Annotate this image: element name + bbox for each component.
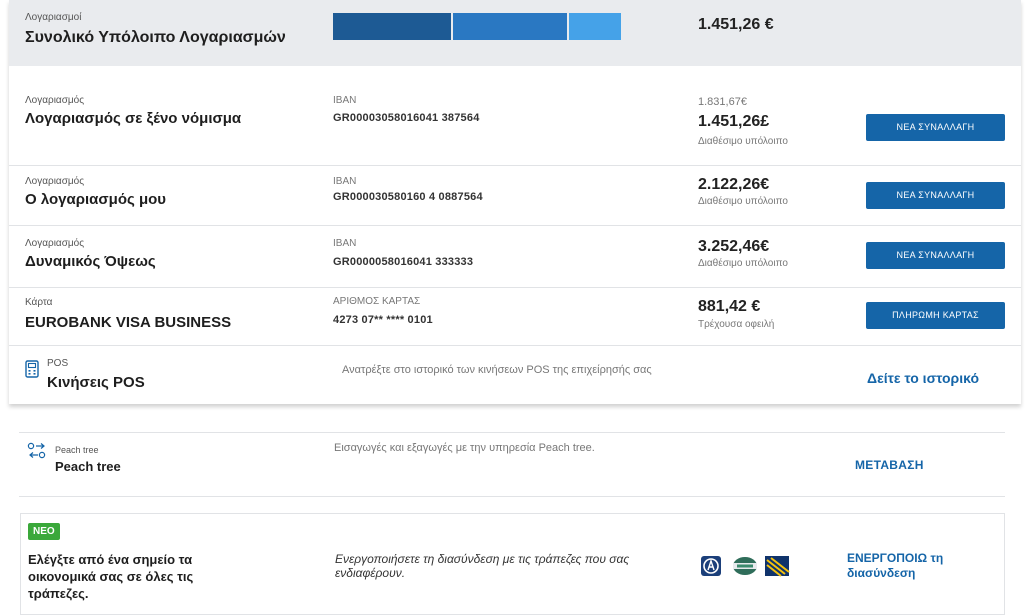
pos-title: Κινήσεις POS xyxy=(47,374,145,391)
available-balance: 1.451,26£ xyxy=(698,113,770,130)
peach-title: Peach tree xyxy=(55,459,121,474)
current-debt: 881,42 € xyxy=(698,298,761,315)
account-row-dynamic[interactable]: Λογαριασμός Δυναμικός Όψεως IBAN GR00000… xyxy=(9,226,1021,288)
sync-arrows-icon xyxy=(27,442,46,459)
accounts-summary: Λογαριασμοί Συνολικό Υπόλοιπο Λογαριασμώ… xyxy=(9,0,1021,66)
bank-logos xyxy=(701,556,790,577)
row-type-label: Λογαριασμός xyxy=(25,176,85,187)
iban-label: IBAN xyxy=(333,95,357,106)
peach-tree-row: Peach tree Peach tree Εισαγωγές και εξαγ… xyxy=(19,432,1005,497)
iban-label: IBAN xyxy=(333,176,357,187)
card-row-visa-business[interactable]: Κάρτα EUROBANK VISA BUSINESS ΑΡΙΘΜΟΣ ΚΑΡ… xyxy=(9,288,1021,346)
row-type-label: Λογαριασμός xyxy=(25,238,85,249)
balance-bar-segment xyxy=(453,13,567,40)
pos-terminal-icon xyxy=(25,360,39,378)
iban-value: GR00003058016041 387564 xyxy=(333,112,480,124)
balance-bar-segment xyxy=(333,13,451,40)
bank-logo-blue-icon xyxy=(701,556,721,576)
card-payment-button[interactable]: ΠΛΗΡΩΜΗ ΚΑΡΤΑΣ xyxy=(866,302,1005,329)
accounts-panel: Λογαριασμοί Συνολικό Υπόλοιπο Λογαριασμώ… xyxy=(9,0,1021,404)
activate-connection-link[interactable]: ΕΝΕΡΓΟΠΟΙΩ τη διασύνδεση xyxy=(847,551,997,581)
pos-description: Ανατρέξτε στο ιστορικό των κινήσεων POS … xyxy=(342,364,652,376)
row-title: Ο λογαριασμός μου xyxy=(25,191,167,208)
summary-label: Λογαριασμοί xyxy=(25,12,82,23)
promo-title: Ελέγξτε από ένα σημείο τα οικονομικά σας… xyxy=(28,552,194,601)
account-row-my-account[interactable]: Λογαριασμός Ο λογαριασμός μου IBAN GR000… xyxy=(9,166,1021,226)
peach-description: Εισαγωγές και εξαγωγές με την υπηρεσία P… xyxy=(334,442,595,454)
row-title: EUROBANK VISA BUSINESS xyxy=(25,314,232,331)
bank-logo-yellow-icon xyxy=(765,556,790,577)
row-type-label: Λογαριασμός xyxy=(25,95,85,106)
card-number-label: ΑΡΙΘΜΟΣ ΚΑΡΤΑΣ xyxy=(333,296,421,307)
iban-value: GR0000058016041 333333 xyxy=(333,256,474,268)
available-balance: 3.252,46€ xyxy=(698,238,770,255)
iban-value: GR000030580160 4 0887564 xyxy=(333,191,483,203)
bank-logo-green-icon xyxy=(733,557,757,575)
summary-title: Συνολικό Υπόλοιπο Λογαριασμών xyxy=(25,29,286,46)
balance-caption: Διαθέσιμο υπόλοιπο xyxy=(698,196,788,207)
new-transaction-button[interactable]: ΝΕΑ ΣΥΝΑΛΛΑΓΗ xyxy=(866,242,1005,269)
row-type-label: Κάρτα xyxy=(25,297,53,308)
account-row-foreign-currency[interactable]: Λογαριασμός Λογαριασμός σε ξένο νόμισμα … xyxy=(9,66,1021,166)
summary-amount: 1.451,26 € xyxy=(698,16,774,33)
bank-connect-promo: ΝΕΟ Ελέγξτε από ένα σημείο τα οικονομικά… xyxy=(20,513,1005,615)
go-to-peach-link[interactable]: ΜΕΤΑΒΑΣΗ xyxy=(855,458,924,472)
promo-description: Ενεργοποιήσετε τη διασύνδεση με τις τράπ… xyxy=(335,552,630,580)
iban-label: IBAN xyxy=(333,238,357,249)
card-number-value: 4273 07** **** 0101 xyxy=(333,314,433,326)
debt-caption: Τρέχουσα οφειλή xyxy=(698,319,775,330)
previous-balance: 1.831,67€ xyxy=(698,96,747,108)
pos-label: POS xyxy=(47,358,69,369)
available-balance: 2.122,26€ xyxy=(698,176,770,193)
row-title: Λογαριασμός σε ξένο νόμισμα xyxy=(25,110,242,127)
balance-bar-segment xyxy=(569,13,621,40)
new-transaction-button[interactable]: ΝΕΑ ΣΥΝΑΛΛΑΓΗ xyxy=(866,182,1005,209)
row-title: Δυναμικός Όψεως xyxy=(25,253,156,270)
new-badge: ΝΕΟ xyxy=(28,523,60,540)
balance-caption: Διαθέσιμο υπόλοιπο xyxy=(698,136,788,147)
new-transaction-button[interactable]: ΝΕΑ ΣΥΝΑΛΛΑΓΗ xyxy=(866,114,1005,141)
balance-caption: Διαθέσιμο υπόλοιπο xyxy=(698,258,788,269)
view-history-link[interactable]: Δείτε το ιστορικό xyxy=(867,370,979,386)
peach-label: Peach tree xyxy=(55,445,99,455)
